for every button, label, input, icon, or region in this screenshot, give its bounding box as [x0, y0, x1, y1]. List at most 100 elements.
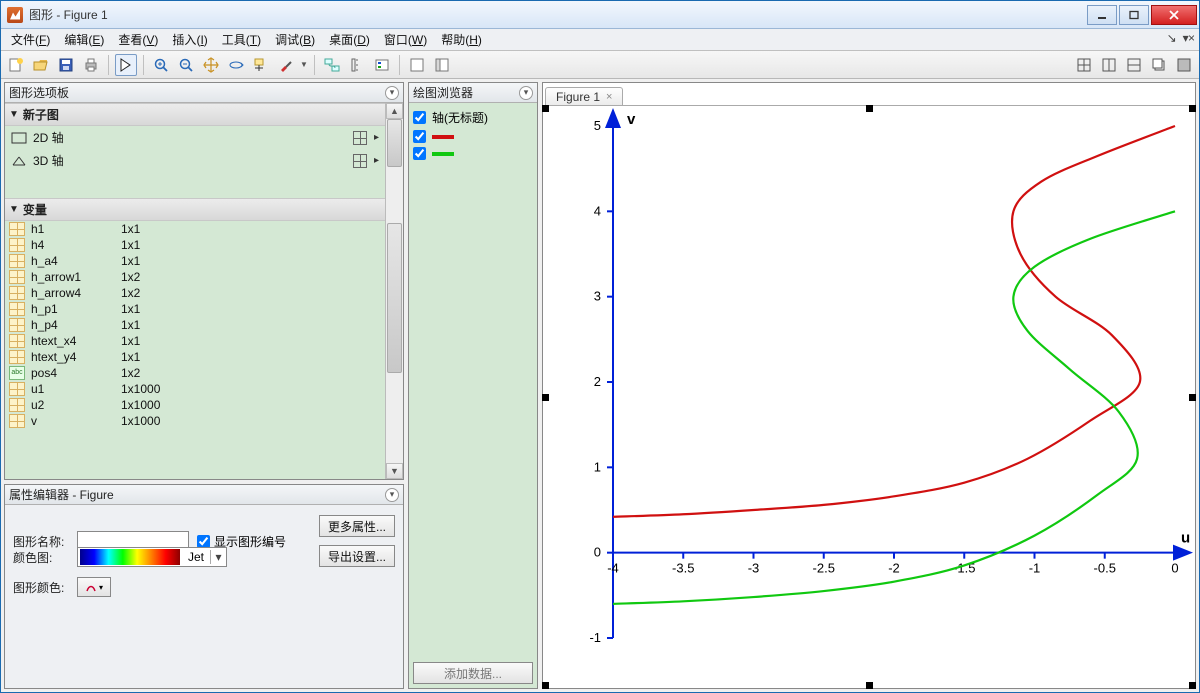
menu-file[interactable]: 文件(F)	[5, 29, 56, 50]
zoom-in-icon[interactable]	[150, 54, 172, 76]
variable-name: u1	[31, 382, 121, 396]
variable-row[interactable]: h_arrow11x2	[5, 269, 385, 285]
series-green-checkbox[interactable]	[413, 147, 426, 160]
variable-size: 1x2	[121, 270, 140, 284]
insert-colorbar-icon[interactable]	[346, 54, 368, 76]
tile-2x2-icon[interactable]	[1073, 54, 1095, 76]
pan-icon[interactable]	[200, 54, 222, 76]
add-data-button[interactable]: 添加数据...	[413, 662, 533, 684]
variable-row[interactable]: u11x1000	[5, 381, 385, 397]
float-icon[interactable]	[1148, 54, 1170, 76]
variable-name: u2	[31, 398, 121, 412]
undock-icon[interactable]: ↘	[1167, 31, 1177, 45]
toolbar: ▼	[1, 51, 1199, 79]
maximize-button[interactable]	[1119, 5, 1149, 25]
menu-view[interactable]: 查看(V)	[112, 29, 164, 50]
variable-size: 1x2	[121, 366, 140, 380]
svg-text:-2.5: -2.5	[813, 561, 835, 576]
property-editor-panel: 属性编辑器 - Figure ▾ 图形名称: 显示图形编号 更多属性... 导出…	[4, 484, 404, 689]
hide-plottools-icon[interactable]	[406, 54, 428, 76]
variable-row[interactable]: v1x1000	[5, 413, 385, 429]
insert-legend-icon[interactable]	[371, 54, 393, 76]
more-properties-button[interactable]: 更多属性...	[319, 515, 395, 537]
save-icon[interactable]	[55, 54, 77, 76]
axes-visible-checkbox[interactable]	[413, 111, 426, 124]
series-red-checkbox[interactable]	[413, 130, 426, 143]
menu-insert[interactable]: 插入(I)	[166, 29, 213, 50]
link-plots-icon[interactable]	[321, 54, 343, 76]
variable-icon	[9, 334, 25, 348]
close-button[interactable]	[1151, 5, 1197, 25]
variable-icon	[9, 414, 25, 428]
prop-editor-menu-icon[interactable]: ▾	[385, 488, 399, 502]
variable-row[interactable]: u21x1000	[5, 397, 385, 413]
minimize-button[interactable]	[1087, 5, 1117, 25]
new-figure-icon[interactable]	[5, 54, 27, 76]
menu-edit[interactable]: 编辑(E)	[58, 29, 110, 50]
variable-row[interactable]: h_arrow41x2	[5, 285, 385, 301]
variable-row[interactable]: abcpos41x2	[5, 365, 385, 381]
menu-desktop[interactable]: 桌面(D)	[323, 29, 376, 50]
menu-help[interactable]: 帮助(H)	[435, 29, 488, 50]
variable-row[interactable]: htext_x41x1	[5, 333, 385, 349]
variable-icon	[9, 398, 25, 412]
variable-row[interactable]: h_p41x1	[5, 317, 385, 333]
show-figure-number-checkbox[interactable]	[197, 535, 210, 548]
variable-row[interactable]: htext_y41x1	[5, 349, 385, 365]
variable-size: 1x1	[121, 222, 140, 236]
window-title: 图形 - Figure 1	[29, 6, 1087, 23]
palette-2d-axes[interactable]: 2D 轴 ▸	[5, 126, 385, 149]
variable-size: 1x1	[121, 318, 140, 332]
maximize-panel-icon[interactable]	[1173, 54, 1195, 76]
variable-size: 1x1000	[121, 398, 160, 412]
variable-size: 1x1000	[121, 382, 160, 396]
svg-text:4: 4	[594, 203, 601, 218]
browser-axes-item[interactable]: 轴(无标题)	[413, 107, 533, 128]
figure-canvas[interactable]: Figure 1× -4-3.5-3-2.5-2-1.5-1-0.50-1012…	[542, 82, 1196, 689]
menu-window[interactable]: 窗口(W)	[378, 29, 433, 50]
variable-name: h_p1	[31, 302, 121, 316]
zoom-out-icon[interactable]	[175, 54, 197, 76]
variable-icon	[9, 350, 25, 364]
print-icon[interactable]	[80, 54, 102, 76]
browser-series-red[interactable]	[413, 128, 533, 145]
menu-tools[interactable]: 工具(T)	[216, 29, 267, 50]
axes3d-icon	[11, 155, 27, 167]
tile-left-right-icon[interactable]	[1098, 54, 1120, 76]
grid-icon	[353, 154, 367, 168]
variable-row[interactable]: h_a41x1	[5, 253, 385, 269]
open-icon[interactable]	[30, 54, 52, 76]
brush-icon[interactable]	[275, 54, 297, 76]
figure-tab[interactable]: Figure 1×	[545, 87, 623, 106]
close-tab-icon[interactable]: ×	[606, 91, 612, 103]
menu-debug[interactable]: 调试(B)	[269, 29, 321, 50]
brush-dropdown-icon[interactable]: ▼	[300, 60, 308, 69]
edit-plot-icon[interactable]	[115, 54, 137, 76]
app-icon	[7, 7, 23, 23]
browser-series-green[interactable]	[413, 145, 533, 162]
tile-top-bottom-icon[interactable]	[1123, 54, 1145, 76]
variable-row[interactable]: h11x1	[5, 221, 385, 237]
show-plottools-icon[interactable]	[431, 54, 453, 76]
svg-text:-4: -4	[607, 561, 619, 576]
variable-size: 1x1	[121, 334, 140, 348]
palette-3d-axes[interactable]: 3D 轴 ▸	[5, 149, 385, 172]
axes-plot[interactable]: -4-3.5-3-2.5-2-1.5-1-0.50-1012345uv	[543, 106, 1195, 688]
plot-browser-title: 绘图浏览器	[413, 84, 473, 101]
rotate3d-icon[interactable]	[225, 54, 247, 76]
palette-scrollbar[interactable]: ▲ ▼	[385, 103, 403, 479]
variable-row[interactable]: h41x1	[5, 237, 385, 253]
variable-size: 1x1	[121, 302, 140, 316]
palette-menu-icon[interactable]: ▾	[385, 86, 399, 100]
section-variables[interactable]: ▼变量	[5, 198, 385, 221]
variable-row[interactable]: h_p11x1	[5, 301, 385, 317]
svg-text:0: 0	[1171, 561, 1178, 576]
variable-icon	[9, 254, 25, 268]
colormap-select[interactable]: Jet▾	[77, 547, 227, 567]
svg-text:-3.5: -3.5	[672, 561, 694, 576]
dock-menu-icon[interactable]: ▾ ×	[1183, 31, 1193, 45]
section-new-subplot[interactable]: ▼新子图	[5, 103, 385, 126]
plot-browser-menu-icon[interactable]: ▾	[519, 86, 533, 100]
datacursor-icon[interactable]	[250, 54, 272, 76]
figure-color-button[interactable]: ▾	[77, 577, 111, 597]
